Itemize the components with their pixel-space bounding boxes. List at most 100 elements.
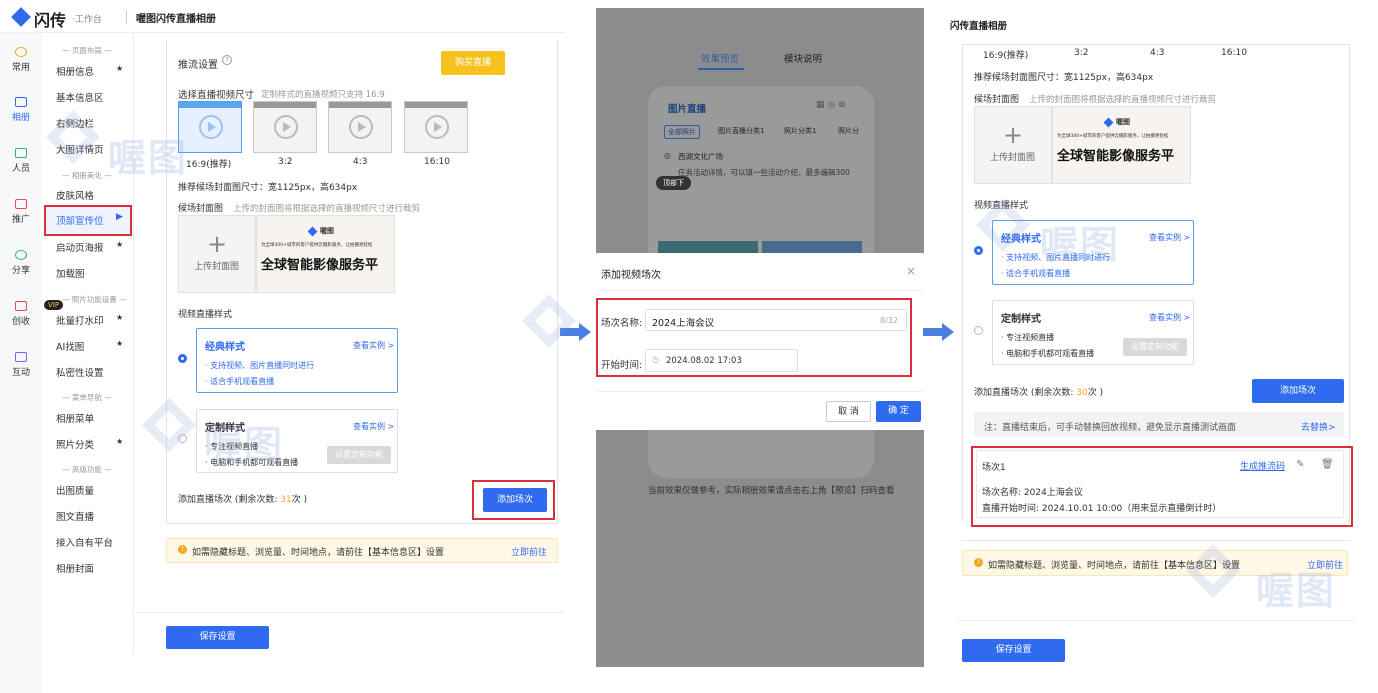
add-sessions-text: 添加直播场次 (剩余次数: 31次 ) <box>178 495 308 505</box>
time-picker[interactable]: ◷ 2024.08.02 17:03 <box>645 349 798 372</box>
cancel-button[interactable]: 取 消 <box>826 401 871 422</box>
custom-feature-2: · 电脑和手机都可观看直播 <box>1001 349 1095 358</box>
goto-link[interactable]: 立即前往 <box>511 545 547 558</box>
choose-size-note: 定制样式的直播视频只支持 16:9 <box>261 90 385 100</box>
nav-item-album-cover[interactable]: 相册封面 <box>56 561 94 575</box>
trash-icon[interactable]: 🗑 <box>1321 459 1334 470</box>
nav-item-top-banner[interactable]: 顶部宣传位 <box>56 213 104 227</box>
custom-view-example[interactable]: 查看实例 > <box>1149 312 1190 323</box>
radio-classic[interactable] <box>178 354 187 363</box>
vip-badge: VIP <box>44 300 64 310</box>
add-session-button[interactable]: 添加场次 <box>1252 379 1344 403</box>
ratio-label-4-3: 4:3 <box>1150 48 1165 58</box>
ratio-thumb-3-2[interactable] <box>253 101 317 153</box>
nav-header-menu: — 菜单导航 — <box>62 393 112 402</box>
cover-preview: 喔图 为全球300+城市的客户提供云摄影服务，让拍摄更轻松 全球智能影像服务平 <box>1052 106 1191 184</box>
time-label: 开始时间: <box>601 360 643 371</box>
replace-link[interactable]: 去替换> <box>1301 420 1336 433</box>
sidebar-item-album[interactable]: 相册 <box>0 97 42 123</box>
edit-icon[interactable]: ✎ <box>1296 459 1304 470</box>
cover-tagline: 为全球300+城市的客户提供云摄影服务，让拍摄更轻松 <box>1057 134 1169 139</box>
chip-category-1[interactable]: 图片直播分类1 <box>718 126 764 136</box>
dialog-footer-divider <box>596 391 924 392</box>
save-button[interactable]: 保存设置 <box>962 639 1065 662</box>
nav-item-album-info[interactable]: 相册信息 <box>56 64 94 78</box>
nav-item-own-platform[interactable]: 接入自有平台 <box>56 535 113 549</box>
classic-style-card[interactable]: 经典样式 查看实例 > · 支持视频、图片直播同时进行 · 适合手机观看直播 <box>196 328 398 393</box>
revenue-icon <box>15 301 27 311</box>
nav-item-start-poster[interactable]: 启动页海报 <box>56 240 104 254</box>
add-session-button[interactable]: 添加场次 <box>483 488 547 512</box>
nav-item-loading[interactable]: 加载图 <box>56 266 85 280</box>
sidebar-item-revenue[interactable]: 创收 <box>0 301 42 327</box>
nav-item-basic-info[interactable]: 基本信息区 <box>56 90 104 104</box>
confirm-button[interactable]: 确 定 <box>876 401 921 422</box>
upload-cover-label: 上传封面图 <box>990 153 1036 163</box>
name-input[interactable]: 2024上海会议 8/32 <box>645 309 907 331</box>
chip-all[interactable]: 全部照片 <box>664 125 700 139</box>
location-icon: ◎ <box>664 151 671 160</box>
nav-header-beautify: — 相册美化 — <box>62 171 112 180</box>
dialog-title: 添加视频场次 <box>601 270 661 281</box>
cover-slogan: 全球智能影像服务平 <box>1057 149 1175 164</box>
help-icon[interactable]: ? <box>222 55 232 65</box>
monitor-icon <box>15 199 27 209</box>
arrow-right-icon <box>579 323 591 341</box>
ratio-label-16-10: 16:10 <box>424 157 450 167</box>
nav-item-skin[interactable]: 皮肤风格 <box>56 188 94 202</box>
name-label: 场次名称: <box>601 318 643 329</box>
cover-label: 候场封面图 <box>178 204 224 214</box>
nav-item-graphic-live[interactable]: 图文直播 <box>56 509 94 523</box>
cover-recommend-text: 推荐候场封面图尺寸：宽1125px，高634px <box>178 183 358 193</box>
upload-cover-box[interactable]: + 上传封面图 <box>974 106 1052 184</box>
generate-stream-code-link[interactable]: 生成推流码 <box>1240 459 1285 472</box>
sidebar-item-promote[interactable]: 推广 <box>0 199 42 225</box>
tab-module[interactable]: 模块说明 <box>784 51 822 65</box>
tab-underline <box>698 68 744 70</box>
radio-custom[interactable] <box>974 326 983 335</box>
phone-toolbar-icons: ▦ ◎ ⊗ <box>816 100 846 110</box>
chip-category-2[interactable]: 照片分类1 <box>784 126 816 136</box>
radio-classic[interactable] <box>974 246 983 255</box>
panel-3: 闪传直播相册 16:9(推荐) 3:2 4:3 16:10 推荐候场封面图尺寸：… <box>950 0 1378 693</box>
classic-view-example[interactable]: 查看实例 > <box>1149 232 1190 243</box>
nav-item-album-menu[interactable]: 相册菜单 <box>56 411 94 425</box>
cover-recommend-text: 推荐候场封面图尺寸：宽1125px，高634px <box>974 73 1154 83</box>
chip-category-3[interactable]: 照片分 <box>838 126 859 136</box>
panel-1: 闪传 ·工作台 喔图闪传直播相册 常用 相册 人员 推广 分享 创收 互动 — … <box>0 0 565 693</box>
nav-item-ai-retouch[interactable]: AI找图 <box>56 339 84 353</box>
ratio-thumb-16-10[interactable] <box>404 101 468 153</box>
brand-logo-icon <box>307 226 318 237</box>
nav-item-watermark[interactable]: 批量打水印 <box>56 313 104 327</box>
custom-style-card[interactable]: 定制样式 查看实例 > · 专注视频直播 · 电脑和手机都可观看直播 设置定制功… <box>992 300 1194 365</box>
warning-icon: ! <box>178 545 187 554</box>
ratio-label-16-10: 16:10 <box>1221 48 1247 58</box>
sidebar-item-common[interactable]: 常用 <box>0 47 42 73</box>
replace-note: 注：直播结束后，可手动替换回放视频，避免显示直播测试画面 <box>984 423 1237 433</box>
cover-brand: 喔图 <box>1116 118 1130 126</box>
ratio-label-16-9: 16:9(推荐) <box>186 160 232 170</box>
cover-label: 候场封面图 <box>974 95 1020 105</box>
custom-view-example[interactable]: 查看实例 > <box>353 421 394 432</box>
sidebar-item-share[interactable]: 分享 <box>0 250 42 276</box>
brand-logo-icon <box>1103 117 1114 128</box>
nav-item-privacy[interactable]: 私密性设置 <box>56 365 104 379</box>
upload-cover-label: 上传封面图 <box>194 262 240 272</box>
upload-cover-box[interactable]: + 上传封面图 <box>178 215 256 293</box>
star-icon: ★ <box>116 240 124 249</box>
sidebar-item-people[interactable]: 人员 <box>0 148 42 174</box>
nav-item-photo-category[interactable]: 照片分类 <box>56 437 94 451</box>
ratio-thumb-4-3[interactable] <box>328 101 392 153</box>
classic-view-example[interactable]: 查看实例 > <box>353 340 394 351</box>
cover-slogan: 全球智能影像服务平 <box>261 258 379 273</box>
save-button[interactable]: 保存设置 <box>166 626 269 649</box>
tab-preview[interactable]: 效果预览 <box>701 51 739 65</box>
buy-live-button[interactable]: 购买直播 <box>441 51 505 75</box>
custom-settings-button[interactable]: 设置定制功能 <box>1123 338 1187 356</box>
cover-note: 上传的封面图将根据选择的直播视频尺寸进行裁剪 <box>1029 95 1217 105</box>
phone-bottom <box>648 430 874 478</box>
close-icon[interactable]: × <box>906 264 916 278</box>
nav-item-photo-quality[interactable]: 出图质量 <box>56 483 94 497</box>
sidebar-item-interact[interactable]: 互动 <box>0 352 42 378</box>
custom-settings-button[interactable]: 设置定制功能 <box>327 446 391 464</box>
